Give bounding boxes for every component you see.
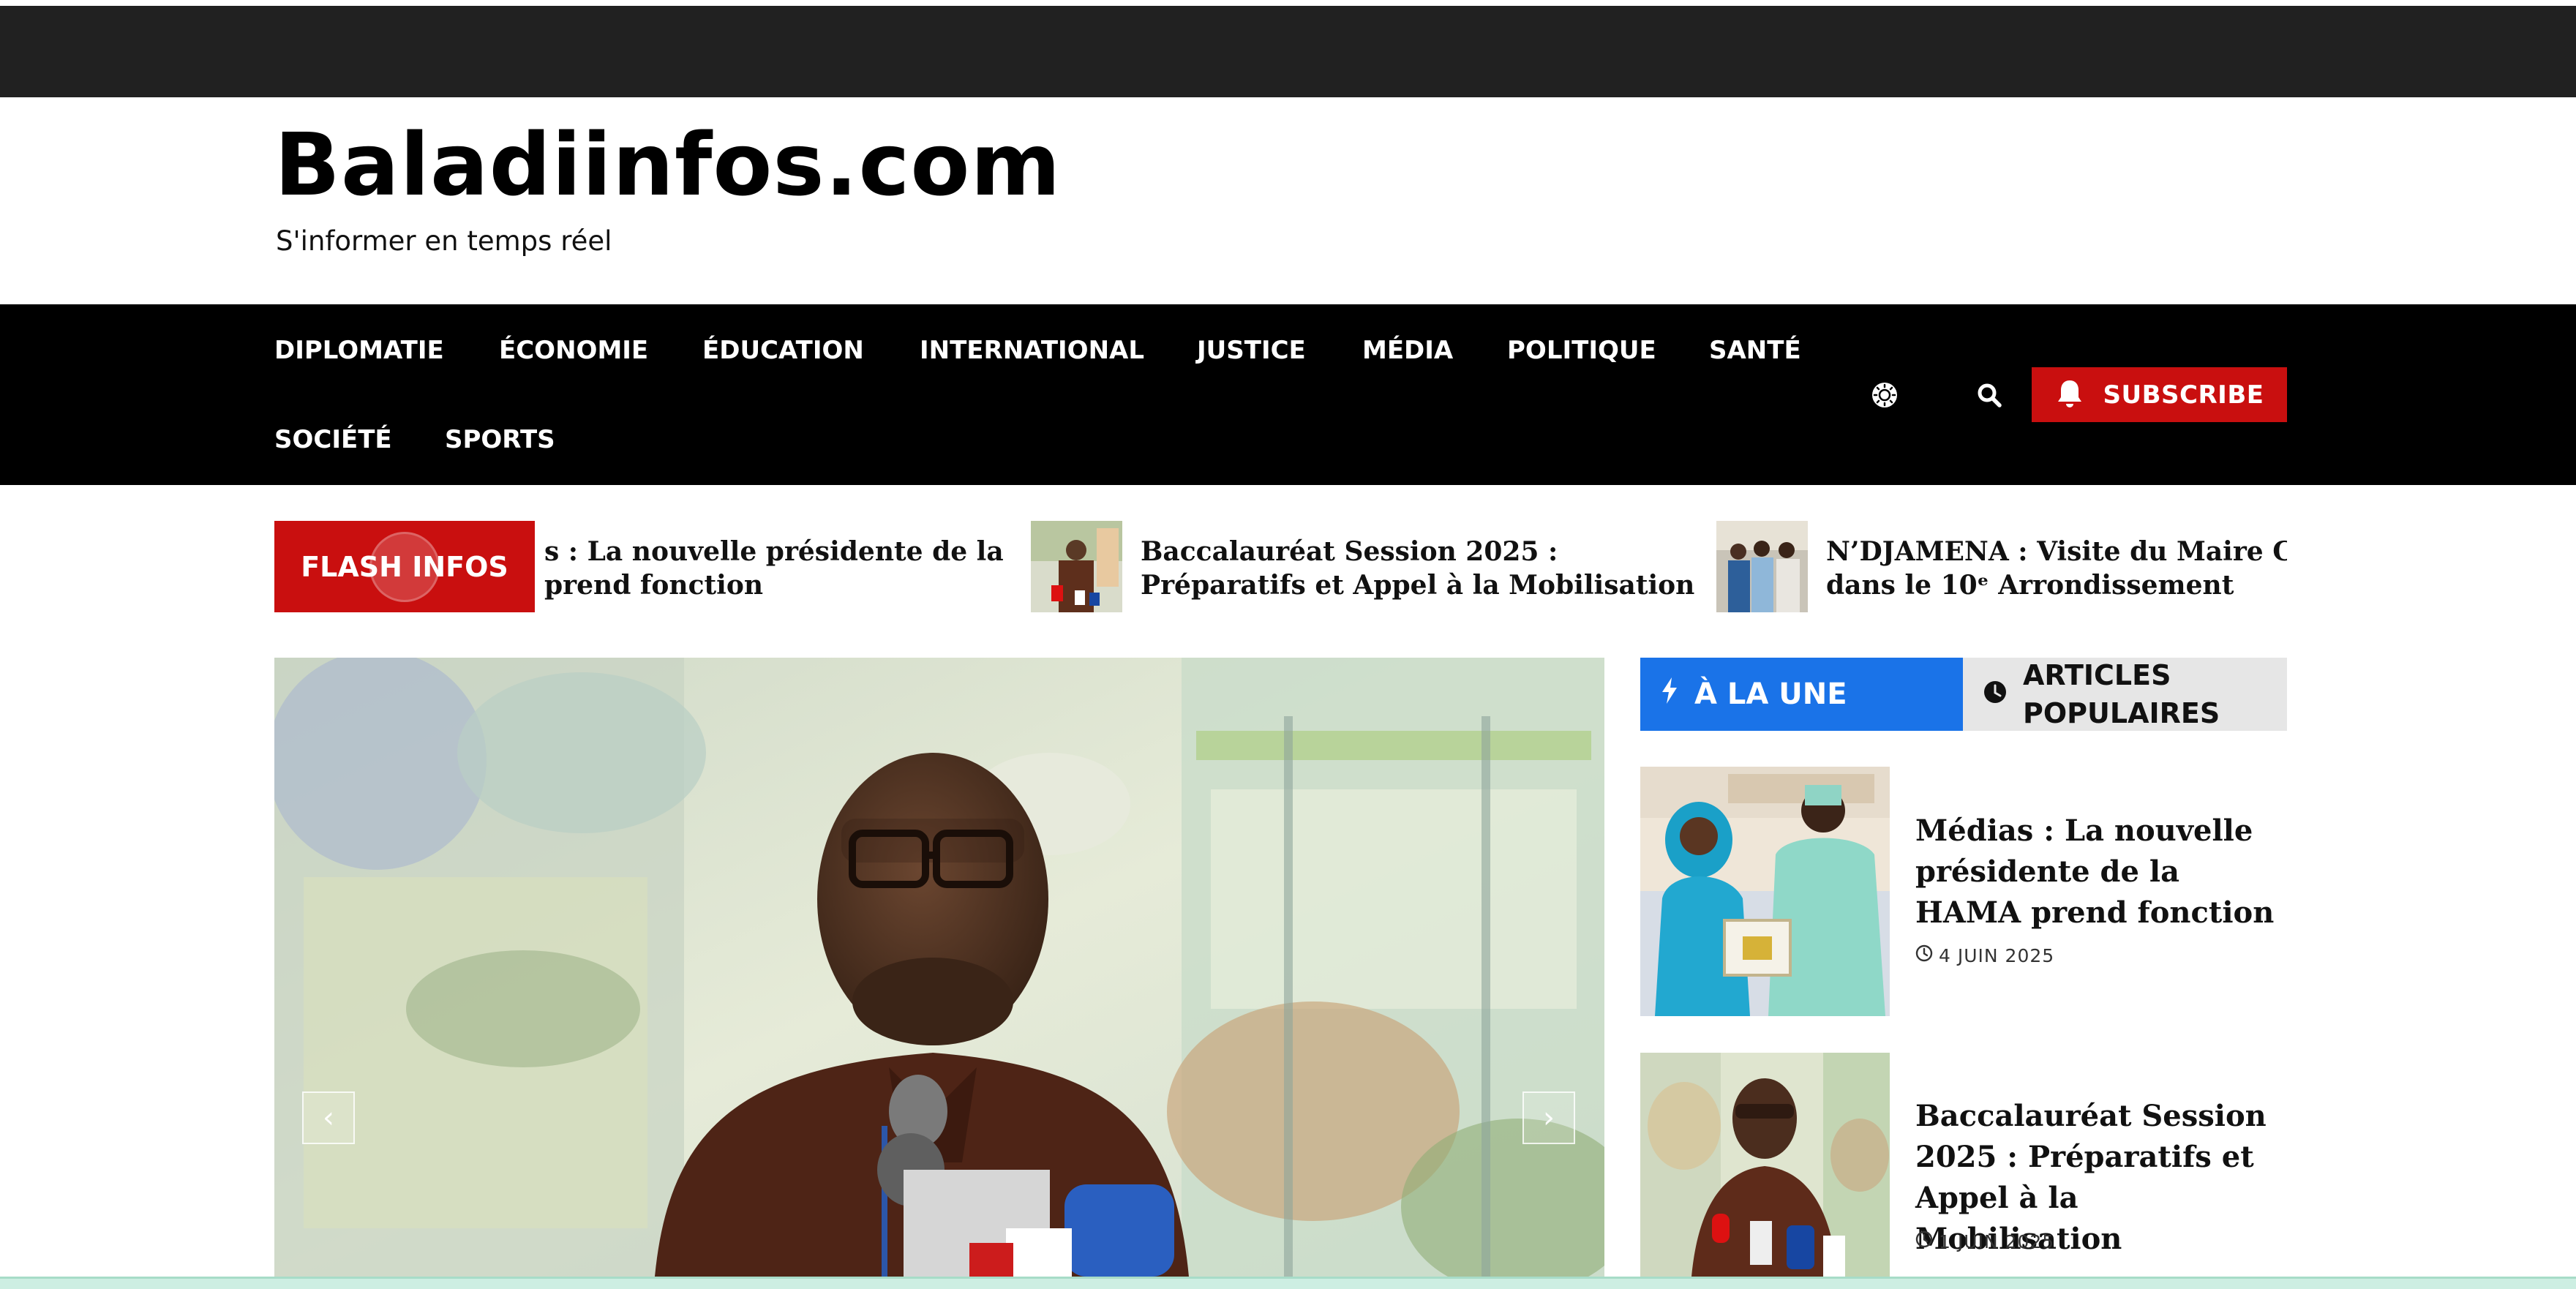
chevron-left-icon[interactable]: ‹ (302, 1091, 355, 1144)
flash-ticker: s : La nouvelle présidente de la prend f… (544, 521, 2287, 612)
article-date-text: 1 JUIN 2025 (1939, 1230, 2055, 1252)
nav-item-economie[interactable]: ÉCONOMIE (499, 338, 648, 363)
ticker-line: prend fonction (544, 570, 764, 601)
ticker-item[interactable]: Baccalauréat Session 2025 : Préparatifs … (1141, 535, 1694, 602)
top-bar (0, 6, 2576, 97)
ticker-thumbnail[interactable] (1031, 521, 1122, 612)
sun-icon[interactable] (1869, 380, 1900, 413)
article-thumbnail[interactable] (1640, 767, 1890, 1016)
tab-a-la-une-label: À LA UNE (1694, 677, 1847, 711)
article-date: 1 JUIN 2025 (1915, 1230, 2054, 1252)
nav-item-media[interactable]: MÉDIA (1362, 338, 1453, 363)
article-title[interactable]: Médias : La nouvelle présidente de la HA… (1915, 811, 2287, 933)
chevron-right-icon[interactable]: › (1522, 1091, 1575, 1144)
article-date: 4 JUIN 2025 (1915, 944, 2054, 966)
article-thumbnail[interactable] (1640, 1053, 1890, 1277)
article-date-text: 4 JUIN 2025 (1939, 944, 2055, 966)
nav-item-international[interactable]: INTERNATIONAL (920, 338, 1144, 363)
nav-item-justice[interactable]: JUSTICE (1197, 338, 1306, 363)
ticker-line: Préparatifs et Appel à la Mobilisation (1141, 570, 1695, 601)
nav-item-sante[interactable]: SANTÉ (1709, 338, 1801, 363)
bell-icon (2055, 378, 2084, 412)
clock-icon (1915, 944, 1933, 966)
site-tagline: S'informer en temps réel (276, 225, 612, 257)
ticker-thumbnail[interactable] (1716, 521, 1808, 612)
tab-articles-populaires-label: ARTICLES POPULAIRES (2023, 659, 2220, 729)
subscribe-button[interactable]: SUBSCRIBE (2032, 367, 2287, 422)
nav-item-sports[interactable]: SPORTS (445, 427, 555, 452)
featured-slider[interactable]: ‹ › (274, 658, 1604, 1277)
site-title[interactable]: Baladiinfos.com (274, 121, 1061, 208)
ticker-line: s : La nouvelle présidente de la (544, 536, 1004, 567)
bottom-strip (0, 1277, 2576, 1289)
ticker-line: Baccalauréat Session 2025 : (1141, 536, 1558, 567)
subscribe-label: SUBSCRIBE (2103, 380, 2264, 410)
nav-item-politique[interactable]: POLITIQUE (1507, 338, 1656, 363)
flash-infos-text: FLASH INFOS (301, 550, 508, 583)
tab-a-la-une[interactable]: À LA UNE (1640, 658, 1963, 731)
ticker-line: dans le 10ᵉ Arrondissement (1826, 570, 2234, 601)
ticker-item[interactable]: s : La nouvelle présidente de la prend f… (544, 535, 1004, 602)
bolt-icon (1661, 677, 1678, 711)
tab-articles-populaires[interactable]: ARTICLES POPULAIRES (1963, 658, 2287, 731)
search-icon[interactable] (1976, 382, 2002, 411)
nav-item-diplomatie[interactable]: DIPLOMATIE (274, 338, 444, 363)
clock-icon (1983, 675, 2007, 713)
nav-item-education[interactable]: ÉDUCATION (702, 338, 864, 363)
nav-item-societe[interactable]: SOCIÉTÉ (274, 427, 392, 452)
featured-slide-image (274, 658, 1604, 1277)
ticker-line: N’DJAMENA : Visite du Maire Central (1826, 536, 2287, 567)
clock-icon (1915, 1230, 1933, 1252)
ticker-item[interactable]: N’DJAMENA : Visite du Maire Central dans… (1826, 535, 2287, 602)
